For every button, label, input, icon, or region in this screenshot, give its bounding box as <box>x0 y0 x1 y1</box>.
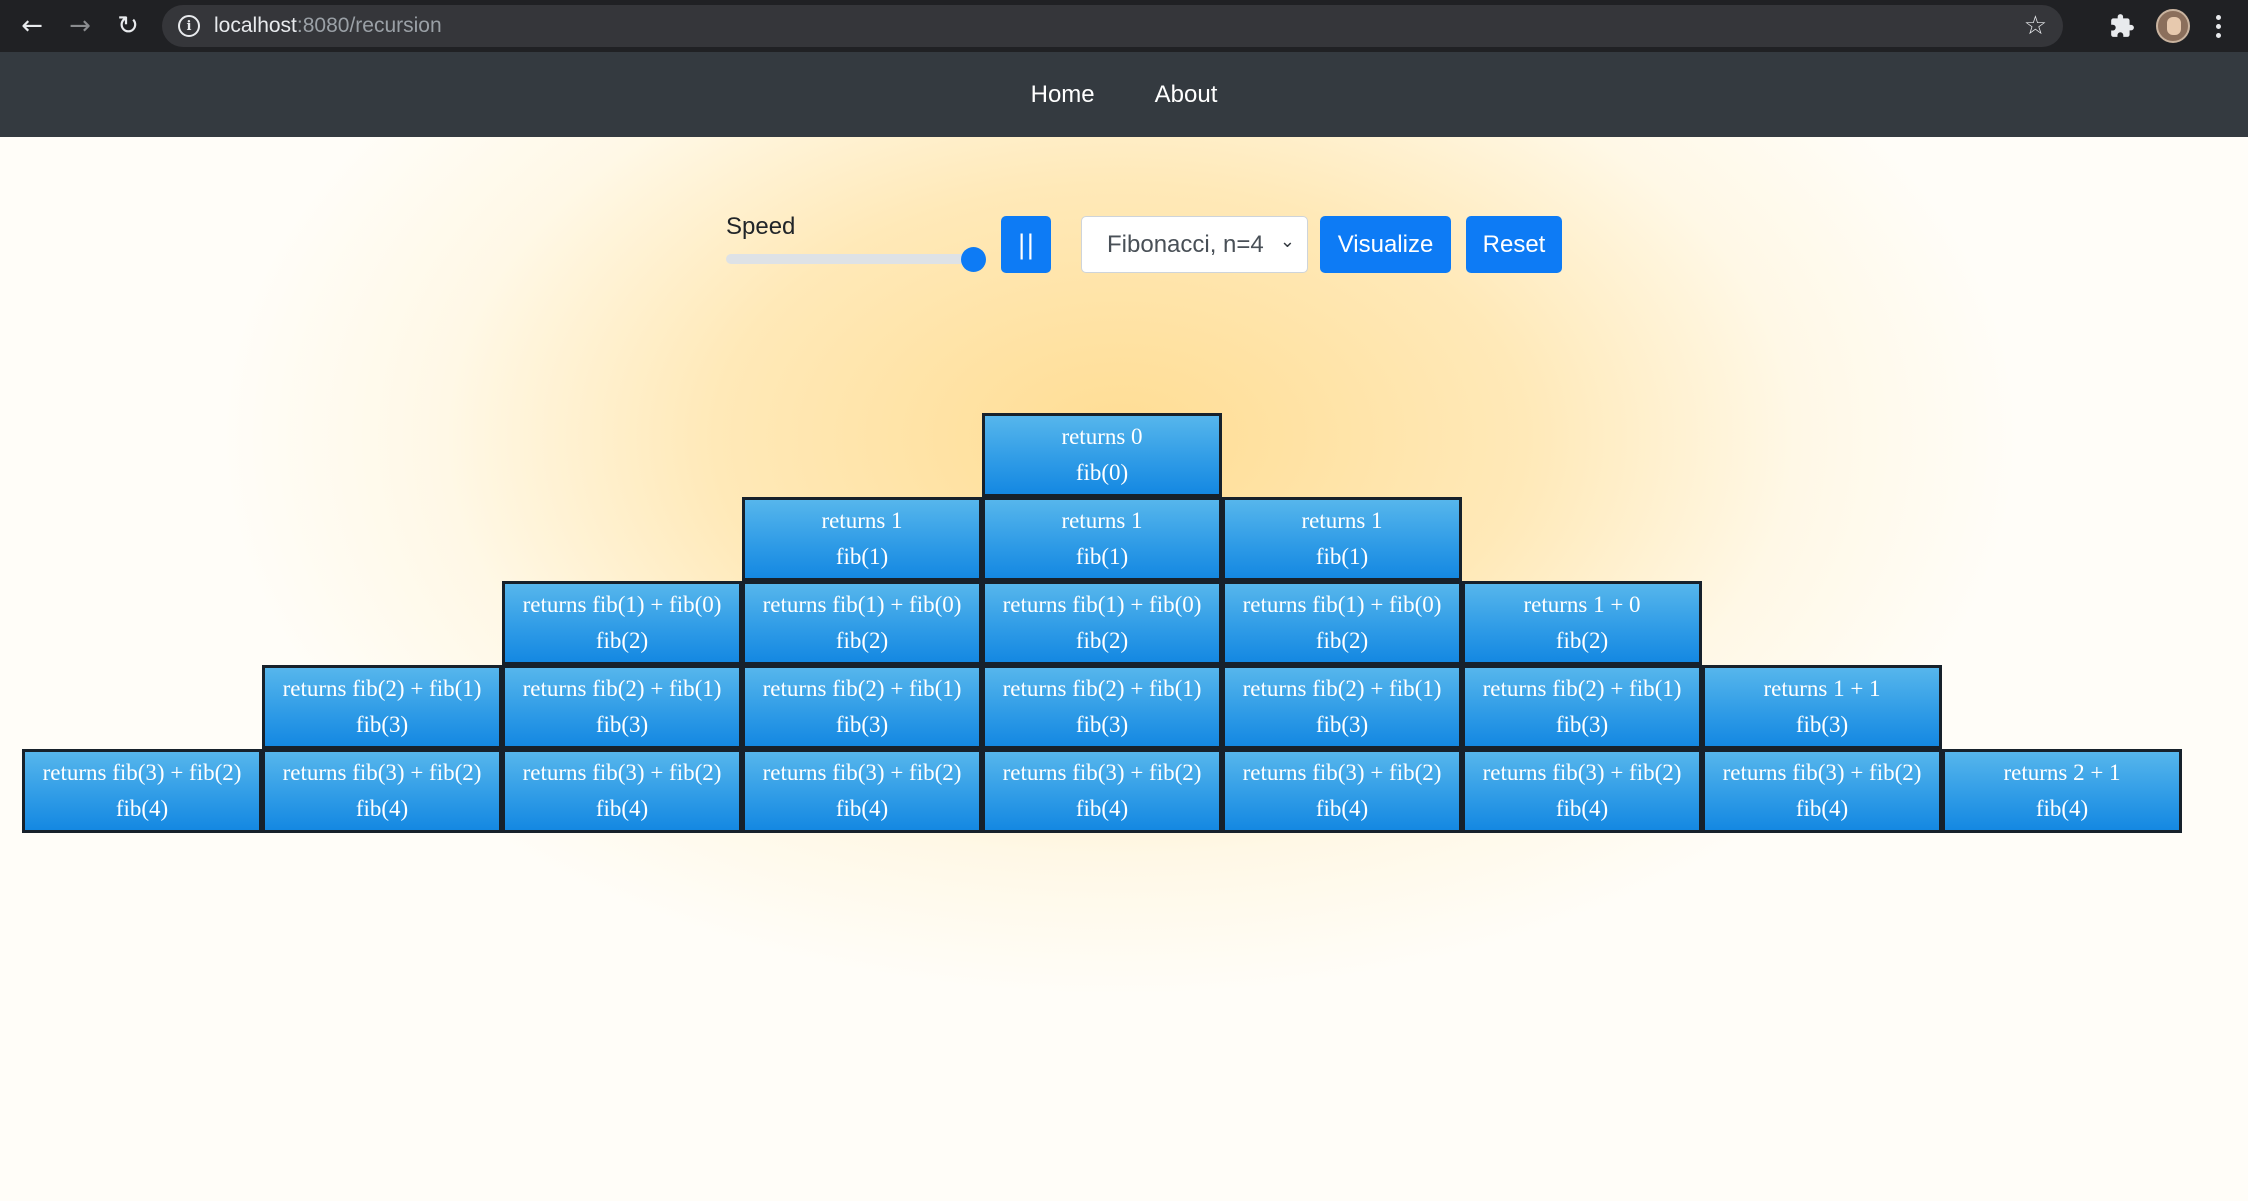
frame-return-text: returns fib(2) + fib(1) <box>522 676 722 701</box>
frame-call-text: fib(2) <box>1075 628 1129 653</box>
site-info-icon[interactable]: i <box>178 15 200 37</box>
address-bar[interactable]: i localhost:8080/recursion ☆ <box>162 5 2063 47</box>
frame-call-text: fib(4) <box>1315 796 1369 821</box>
frame-call-text: fib(4) <box>1795 796 1849 821</box>
frame-call-text: fib(2) <box>835 628 889 653</box>
frame-return-text: returns fib(3) + fib(2) <box>1482 760 1682 785</box>
profile-avatar[interactable] <box>2156 9 2190 43</box>
frame-return-text: returns fib(3) + fib(2) <box>1242 760 1442 785</box>
frame-return-text: returns fib(2) + fib(1) <box>282 676 482 701</box>
browser-toolbar: ← → ↻ i localhost:8080/recursion ☆ <box>0 0 2248 52</box>
nav-link-about[interactable]: About <box>1155 81 1218 109</box>
stack-frame: returns 1 + 1 fib(3) <box>1702 665 1942 749</box>
reload-icon[interactable]: ↻ <box>110 8 146 44</box>
stack-frame: returns fib(3) + fib(2) fib(4) <box>502 749 742 833</box>
stack-frame: returns fib(1) + fib(0) fib(2) <box>1222 581 1462 665</box>
frame-call-text: fib(3) <box>1555 712 1609 737</box>
browser-menu-icon[interactable] <box>2206 10 2230 42</box>
frame-call-text: fib(4) <box>1075 796 1129 821</box>
frame-return-text: returns fib(1) + fib(0) <box>762 592 962 617</box>
frame-return-text: returns fib(2) + fib(1) <box>1482 676 1682 701</box>
stack-frame: returns fib(1) + fib(0) fib(2) <box>502 581 742 665</box>
frame-call-text: fib(1) <box>1315 544 1369 569</box>
frame-call-text: fib(0) <box>1075 460 1129 485</box>
url-path: :8080/recursion <box>296 14 442 37</box>
stack-frame: returns fib(3) + fib(2) fib(4) <box>982 749 1222 833</box>
frame-return-text: returns 1 <box>821 508 903 533</box>
stack-frame: returns fib(2) + fib(1) fib(3) <box>1462 665 1702 749</box>
frame-call-text: fib(2) <box>1555 628 1609 653</box>
frame-return-text: returns 1 + 0 <box>1523 592 1641 617</box>
stack-frame: returns fib(3) + fib(2) fib(4) <box>1222 749 1462 833</box>
url-host: localhost <box>214 14 297 37</box>
frame-return-text: returns fib(2) + fib(1) <box>762 676 962 701</box>
stack-frame: returns 0 fib(0) <box>982 413 1222 497</box>
main-content: Speed || Fibonacci, n=4 ⌄ Visualize Rese… <box>0 137 2248 1201</box>
stack-frame: returns fib(2) + fib(1) fib(3) <box>1222 665 1462 749</box>
frame-return-text: returns 1 <box>1061 508 1143 533</box>
call-stack-visualization: returns 0 fib(0) returns 1 fib(1) returns 1 f… <box>0 137 2248 1201</box>
frame-call-text: fib(4) <box>2035 796 2089 821</box>
back-arrow-icon[interactable]: ← <box>14 8 50 44</box>
frame-call-text: fib(4) <box>1555 796 1609 821</box>
frame-return-text: returns 1 <box>1301 508 1383 533</box>
frame-call-text: fib(4) <box>595 796 649 821</box>
stack-frame: returns fib(3) + fib(2) fib(4) <box>262 749 502 833</box>
frame-return-text: returns fib(2) + fib(1) <box>1242 676 1442 701</box>
frame-return-text: returns fib(3) + fib(2) <box>282 760 482 785</box>
frame-return-text: returns 0 <box>1061 424 1143 449</box>
stack-frame: returns fib(3) + fib(2) fib(4) <box>1702 749 1942 833</box>
stack-frame: returns 1 fib(1) <box>742 497 982 581</box>
frame-call-text: fib(2) <box>595 628 649 653</box>
stack-frame: returns fib(1) + fib(0) fib(2) <box>742 581 982 665</box>
stack-frame: returns fib(3) + fib(2) fib(4) <box>1462 749 1702 833</box>
frame-return-text: returns fib(3) + fib(2) <box>522 760 722 785</box>
frame-return-text: returns fib(1) + fib(0) <box>522 592 722 617</box>
frame-call-text: fib(1) <box>1075 544 1129 569</box>
frame-return-text: returns 2 + 1 <box>2003 760 2121 785</box>
stack-frame: returns fib(2) + fib(1) fib(3) <box>982 665 1222 749</box>
app-navbar: Home About <box>0 52 2248 137</box>
frame-call-text: fib(4) <box>355 796 409 821</box>
stack-frame: returns 2 + 1 fib(4) <box>1942 749 2182 833</box>
frame-call-text: fib(1) <box>835 544 889 569</box>
frame-return-text: returns fib(3) + fib(2) <box>42 760 242 785</box>
frame-return-text: returns fib(3) + fib(2) <box>1722 760 1922 785</box>
stack-frame: returns fib(2) + fib(1) fib(3) <box>502 665 742 749</box>
stack-frame: returns 1 fib(1) <box>982 497 1222 581</box>
frame-call-text: fib(2) <box>1315 628 1369 653</box>
frame-call-text: fib(3) <box>355 712 409 737</box>
frame-call-text: fib(3) <box>1075 712 1129 737</box>
frame-return-text: returns fib(3) + fib(2) <box>1002 760 1202 785</box>
stack-frame: returns fib(3) + fib(2) fib(4) <box>22 749 262 833</box>
forward-arrow-icon[interactable]: → <box>62 8 98 44</box>
stack-frame: returns fib(1) + fib(0) fib(2) <box>982 581 1222 665</box>
frame-return-text: returns fib(1) + fib(0) <box>1242 592 1442 617</box>
frame-call-text: fib(3) <box>1315 712 1369 737</box>
frame-return-text: returns fib(1) + fib(0) <box>1002 592 1202 617</box>
frame-return-text: returns 1 + 1 <box>1763 676 1881 701</box>
stack-frame: returns 1 fib(1) <box>1222 497 1462 581</box>
extensions-puzzle-icon[interactable] <box>2106 10 2138 42</box>
frame-call-text: fib(3) <box>835 712 889 737</box>
nav-link-home[interactable]: Home <box>1031 81 1095 109</box>
frame-call-text: fib(3) <box>1795 712 1849 737</box>
stack-frame: returns fib(3) + fib(2) fib(4) <box>742 749 982 833</box>
stack-frame: returns fib(2) + fib(1) fib(3) <box>742 665 982 749</box>
frame-return-text: returns fib(2) + fib(1) <box>1002 676 1202 701</box>
frame-call-text: fib(3) <box>595 712 649 737</box>
url-text: localhost:8080/recursion <box>214 14 442 38</box>
frame-call-text: fib(4) <box>115 796 169 821</box>
bookmark-star-icon[interactable]: ☆ <box>2024 11 2047 41</box>
stack-frame: returns 1 + 0 fib(2) <box>1462 581 1702 665</box>
stack-frame: returns fib(2) + fib(1) fib(3) <box>262 665 502 749</box>
frame-call-text: fib(4) <box>835 796 889 821</box>
frame-return-text: returns fib(3) + fib(2) <box>762 760 962 785</box>
